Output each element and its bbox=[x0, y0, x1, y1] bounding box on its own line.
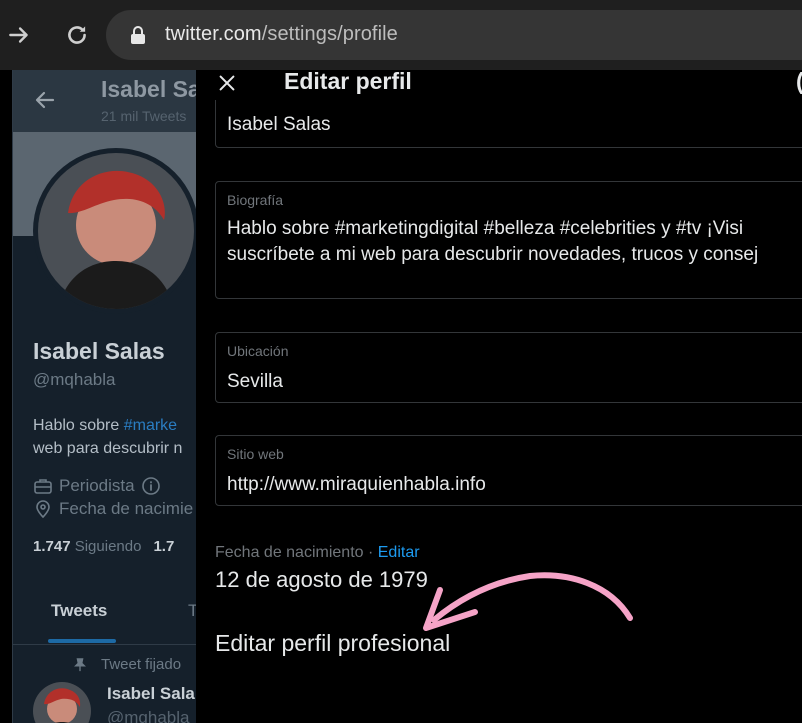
following-count[interactable]: 1.747 bbox=[33, 538, 71, 555]
birthdate-label: Fecha de nacimiento · Editar bbox=[215, 544, 420, 562]
profile-bio: Hablo sobre #marke web para descubrir n bbox=[33, 414, 202, 460]
browser-toolbar: twitter.com/settings/profile bbox=[0, 0, 802, 70]
divider bbox=[13, 644, 202, 645]
address-bar[interactable]: twitter.com/settings/profile bbox=[106, 10, 802, 60]
location-label: Ubicación bbox=[227, 343, 289, 359]
briefcase-icon bbox=[34, 479, 52, 494]
modal-title: Editar perfil bbox=[284, 70, 412, 94]
location-value: Sevilla bbox=[227, 371, 283, 392]
occupation-text: Periodista bbox=[59, 476, 135, 495]
website-field[interactable]: Sitio web http://www.miraquienhabla.info bbox=[215, 435, 802, 506]
location-field[interactable]: Ubicación Sevilla bbox=[215, 332, 802, 403]
save-button-partial[interactable]: ( bbox=[796, 70, 802, 95]
name-value: Isabel Salas bbox=[227, 114, 331, 135]
tweet-avatar[interactable] bbox=[33, 682, 91, 723]
location-pin-icon bbox=[36, 500, 50, 519]
bio-text: Hablo sobre bbox=[33, 417, 124, 434]
bio-label: Biografía bbox=[227, 192, 284, 208]
profile-avatar[interactable] bbox=[33, 148, 199, 314]
birthdate-label-text: Fecha de nacimiento · bbox=[215, 544, 378, 561]
bio-hashtag-link[interactable]: #marke bbox=[124, 417, 177, 434]
bio-value-line1: Hablo sobre #marketingdigital #belleza #… bbox=[227, 218, 744, 239]
pinned-tweet-label: Tweet fijado bbox=[73, 656, 181, 673]
profile-header-bar: Isabel Salas 21 mil Tweets bbox=[13, 70, 202, 132]
pinned-text: Tweet fijado bbox=[101, 656, 182, 673]
reload-icon[interactable] bbox=[62, 20, 92, 50]
close-icon[interactable] bbox=[216, 70, 240, 94]
url-path: /settings/profile bbox=[261, 23, 398, 45]
followers-count[interactable]: 1.7 bbox=[153, 538, 174, 555]
profile-follow-stats: 1.747 Siguiendo 1.7 bbox=[33, 538, 174, 555]
url-host: twitter.com bbox=[165, 23, 262, 45]
profile-page-background: Isabel Salas 21 mil Tweets Isabel Salas … bbox=[12, 70, 202, 723]
info-icon[interactable] bbox=[141, 476, 161, 496]
header-tweet-count: 21 mil Tweets bbox=[101, 108, 187, 124]
tweet-author-name[interactable]: Isabel Sala bbox=[107, 684, 195, 704]
bio-value: Hablo sobre #marketingdigital #belleza #… bbox=[227, 216, 758, 268]
website-label: Sitio web bbox=[227, 446, 284, 462]
url-text: twitter.com/settings/profile bbox=[165, 23, 398, 46]
edit-professional-profile-link[interactable]: Editar perfil profesional bbox=[215, 630, 450, 657]
profile-occupation: Periodista bbox=[33, 476, 161, 496]
pin-icon bbox=[74, 657, 86, 671]
edit-profile-modal: Editar perfil ( Isabel Salas Biografía H… bbox=[196, 70, 802, 723]
bio-text-line2: web para descubrir n bbox=[33, 440, 183, 457]
profile-handle: @mqhabla bbox=[33, 370, 116, 389]
website-value: http://www.miraquienhabla.info bbox=[227, 474, 486, 495]
profile-name: Isabel Salas bbox=[33, 338, 165, 364]
forward-arrow-icon[interactable] bbox=[4, 20, 34, 50]
tab-tweets[interactable]: Tweets bbox=[51, 601, 107, 621]
tab-active-indicator bbox=[48, 639, 116, 643]
birth-text: Fecha de nacimie bbox=[59, 499, 194, 518]
lock-icon bbox=[130, 26, 146, 44]
bio-field[interactable]: Biografía Hablo sobre #marketingdigital … bbox=[215, 181, 802, 299]
header-profile-name: Isabel Salas bbox=[101, 76, 202, 102]
birthdate-edit-link[interactable]: Editar bbox=[378, 544, 420, 561]
tweet-author-handle: @mqhabla bbox=[107, 708, 190, 723]
back-arrow-icon[interactable] bbox=[33, 88, 57, 112]
name-field[interactable]: Isabel Salas bbox=[215, 100, 802, 148]
following-label[interactable]: Siguiendo bbox=[75, 538, 142, 555]
birthdate-value: 12 de agosto de 1979 bbox=[215, 567, 428, 592]
bio-value-line2: suscríbete a mi web para descubrir noved… bbox=[227, 244, 759, 265]
profile-birth: Fecha de nacimie bbox=[33, 499, 193, 519]
